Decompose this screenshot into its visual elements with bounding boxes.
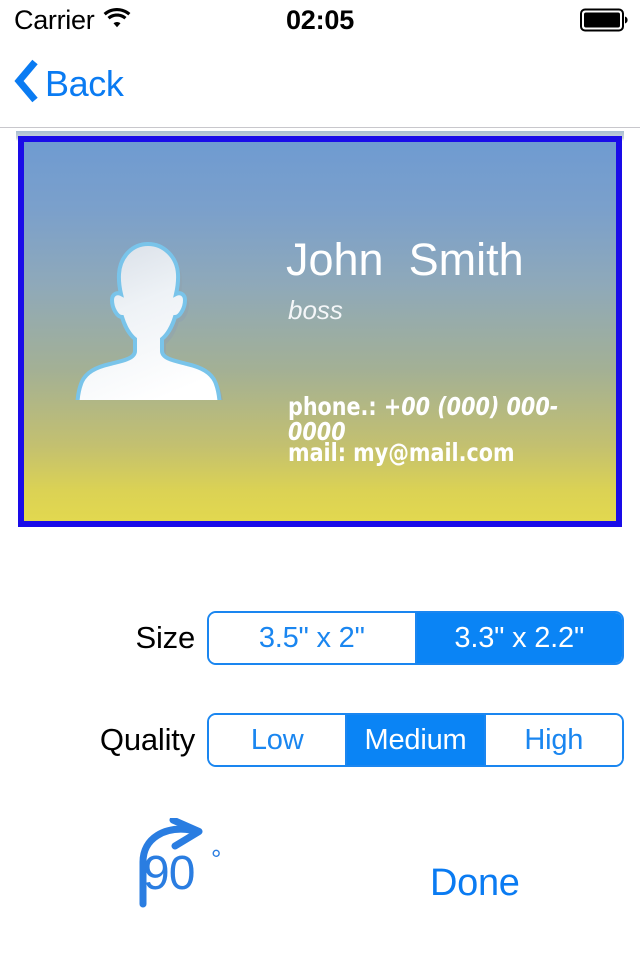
quality-segmented-control[interactable]: Low Medium High [207, 713, 624, 767]
card-mail: mail: my@mail.com [288, 438, 515, 467]
card-preview-area: John Smith boss phone.: +00 (000) 000-00… [0, 129, 640, 549]
size-option-1[interactable]: 3.3" x 2.2" [416, 613, 622, 663]
quality-option-1[interactable]: Medium [347, 715, 486, 765]
rotate-degrees-value: 90 [143, 847, 195, 900]
size-label: Size [135, 620, 195, 655]
done-button[interactable]: Done [430, 864, 520, 902]
back-button-label: Back [45, 62, 124, 104]
rotate-90-button[interactable]: 90 ° [133, 818, 245, 910]
back-button[interactable]: Back [13, 40, 124, 127]
degree-sign: ° [211, 844, 222, 874]
size-setting-row: Size 3.5" x 2" 3.3" x 2.2" [0, 611, 640, 665]
card-phone: phone.: +00 (000) 000-0000 [288, 394, 590, 444]
card-job-title: boss [288, 295, 343, 325]
status-bar: Carrier 02:05 [0, 0, 640, 40]
size-option-0[interactable]: 3.5" x 2" [209, 613, 417, 663]
quality-label: Quality [99, 722, 195, 757]
size-segmented-control[interactable]: 3.5" x 2" 3.3" x 2.2" [207, 611, 624, 665]
business-card-preview[interactable]: John Smith boss phone.: +00 (000) 000-00… [18, 136, 622, 527]
quality-option-2[interactable]: High [485, 715, 622, 765]
chevron-left-icon [13, 59, 39, 108]
person-silhouette-icon [72, 240, 224, 418]
battery-indicator [580, 0, 628, 40]
navigation-bar: Back [0, 40, 640, 128]
battery-full-icon [580, 8, 628, 32]
card-name: John Smith [286, 234, 524, 285]
status-bar-clock: 02:05 [285, 4, 355, 35]
quality-setting-row: Quality Low Medium High [0, 713, 640, 767]
quality-option-0[interactable]: Low [209, 715, 348, 765]
